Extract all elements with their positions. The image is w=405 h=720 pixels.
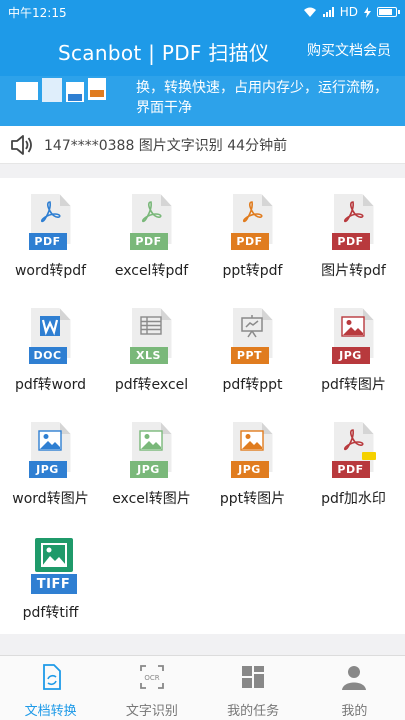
tool-label: ppt转图片 — [219, 491, 286, 507]
file-type-tag: JPG — [331, 347, 370, 364]
jpg-file-icon: JPG — [230, 422, 275, 480]
tool-tile[interactable]: JPG ppt转图片 — [202, 406, 303, 518]
notice-text: 147****0388 图片文字识别 44分钟前 — [44, 137, 288, 154]
tool-tile[interactable]: TIFF pdf转tiff — [0, 520, 101, 632]
svg-text:OCR: OCR — [144, 674, 159, 682]
xls-file-icon: XLS — [129, 308, 174, 366]
tab-doc-convert[interactable]: 文档转换 — [0, 656, 101, 720]
tool-label: excel转图片 — [112, 491, 191, 507]
tool-tile[interactable]: PDF pdf加水印 — [303, 406, 404, 518]
tool-tile[interactable]: PDF excel转pdf — [101, 178, 202, 290]
tab-label: 文字识别 — [125, 704, 178, 719]
bottom-tab-bar: 文档转换 OCR 文字识别 我的任务 我的 — [0, 655, 405, 720]
tool-label: word转pdf — [14, 263, 87, 279]
buy-membership-button[interactable]: 购买文档会员 — [307, 40, 391, 60]
speaker-icon — [11, 134, 32, 155]
file-type-tag: PDF — [331, 233, 370, 250]
network-type: HD — [339, 5, 358, 19]
ocr-icon: OCR — [138, 663, 166, 700]
jpg-file-icon: JPG — [331, 308, 376, 366]
file-type-tag: XLS — [129, 347, 168, 364]
tool-label: pdf转图片 — [321, 377, 386, 393]
tool-label: pdf转word — [14, 377, 87, 393]
promo-banner[interactable]: 换，转换快速，占用内存少，运行流畅，界面干净 — [0, 76, 405, 126]
file-type-tag: PDF — [230, 233, 269, 250]
status-bar: 中午12:15 HD — [0, 0, 405, 24]
tab-label: 文档转换 — [24, 704, 77, 719]
battery-icon — [377, 7, 400, 17]
file-type-tag: JPG — [230, 461, 269, 478]
tab-label: 我的 — [341, 704, 368, 719]
file-type-tag: JPG — [129, 461, 168, 478]
tool-tile[interactable]: DOC pdf转word — [0, 292, 101, 404]
tool-label: 图片转pdf — [321, 263, 386, 279]
charging-icon — [364, 6, 371, 18]
tab-profile[interactable]: 我的 — [304, 656, 405, 720]
tool-tile[interactable]: PDF word转pdf — [0, 178, 101, 290]
tool-label: pdf转tiff — [22, 605, 79, 621]
watermark-file-icon: PDF — [331, 422, 376, 480]
tab-ocr[interactable]: OCR 文字识别 — [101, 656, 202, 720]
tasks-icon — [239, 663, 267, 700]
status-time: 中午12:15 — [8, 5, 67, 20]
file-type-tag: TIFF — [36, 576, 71, 592]
tool-tile[interactable]: JPG excel转图片 — [101, 406, 202, 518]
file-type-tag: PDF — [28, 233, 67, 250]
wifi-icon — [303, 7, 316, 17]
tool-tile[interactable]: PDF 图片转pdf — [303, 178, 404, 290]
tool-label: excel转pdf — [114, 263, 189, 279]
tiff-file-icon: TIFF — [29, 536, 77, 594]
profile-icon — [340, 663, 368, 700]
doc-convert-icon — [37, 663, 65, 700]
app-header: Scanbot | PDF 扫描仪 购买文档会员 — [0, 24, 405, 76]
file-type-tag: JPG — [28, 461, 67, 478]
banner-text: 换，转换快速，占用内存少，运行流畅，界面干净 — [136, 80, 388, 116]
file-type-tag: PDF — [129, 233, 168, 250]
tool-tile[interactable]: JPG word转图片 — [0, 406, 101, 518]
conversion-tools-grid: PDF word转pdf PDF excel转pdf PDF ppt转pdf PDF 图片转p… — [0, 178, 405, 634]
pdf-file-icon: PDF — [28, 194, 73, 252]
documents-illustration-icon — [16, 78, 106, 102]
doc-file-icon: DOC — [28, 308, 73, 366]
pdf-file-icon: PDF — [331, 194, 376, 252]
tool-tile[interactable]: PDF ppt转pdf — [202, 178, 303, 290]
tool-label: pdf转ppt — [222, 377, 283, 393]
tool-label: pdf加水印 — [321, 491, 386, 507]
tool-label: pdf转excel — [114, 377, 189, 393]
tab-label: 我的任务 — [227, 704, 280, 719]
file-type-tag: PPT — [230, 347, 269, 364]
app-title: Scanbot | PDF 扫描仪 — [58, 41, 270, 65]
tool-label: ppt转pdf — [222, 263, 283, 279]
jpg-file-icon: JPG — [129, 422, 174, 480]
pdf-file-icon: PDF — [129, 194, 174, 252]
activity-notice: 147****0388 图片文字识别 44分钟前 — [0, 126, 405, 164]
pdf-file-icon: PDF — [230, 194, 275, 252]
tool-tile[interactable]: XLS pdf转excel — [101, 292, 202, 404]
file-type-tag: DOC — [28, 347, 67, 364]
signal-icon — [322, 7, 334, 17]
jpg-file-icon: JPG — [28, 422, 73, 480]
file-type-tag: PDF — [331, 461, 370, 478]
tab-tasks[interactable]: 我的任务 — [203, 656, 304, 720]
tool-tile[interactable]: JPG pdf转图片 — [303, 292, 404, 404]
ppt-file-icon: PPT — [230, 308, 275, 366]
tool-tile[interactable]: PPT pdf转ppt — [202, 292, 303, 404]
tool-label: word转图片 — [12, 491, 89, 507]
